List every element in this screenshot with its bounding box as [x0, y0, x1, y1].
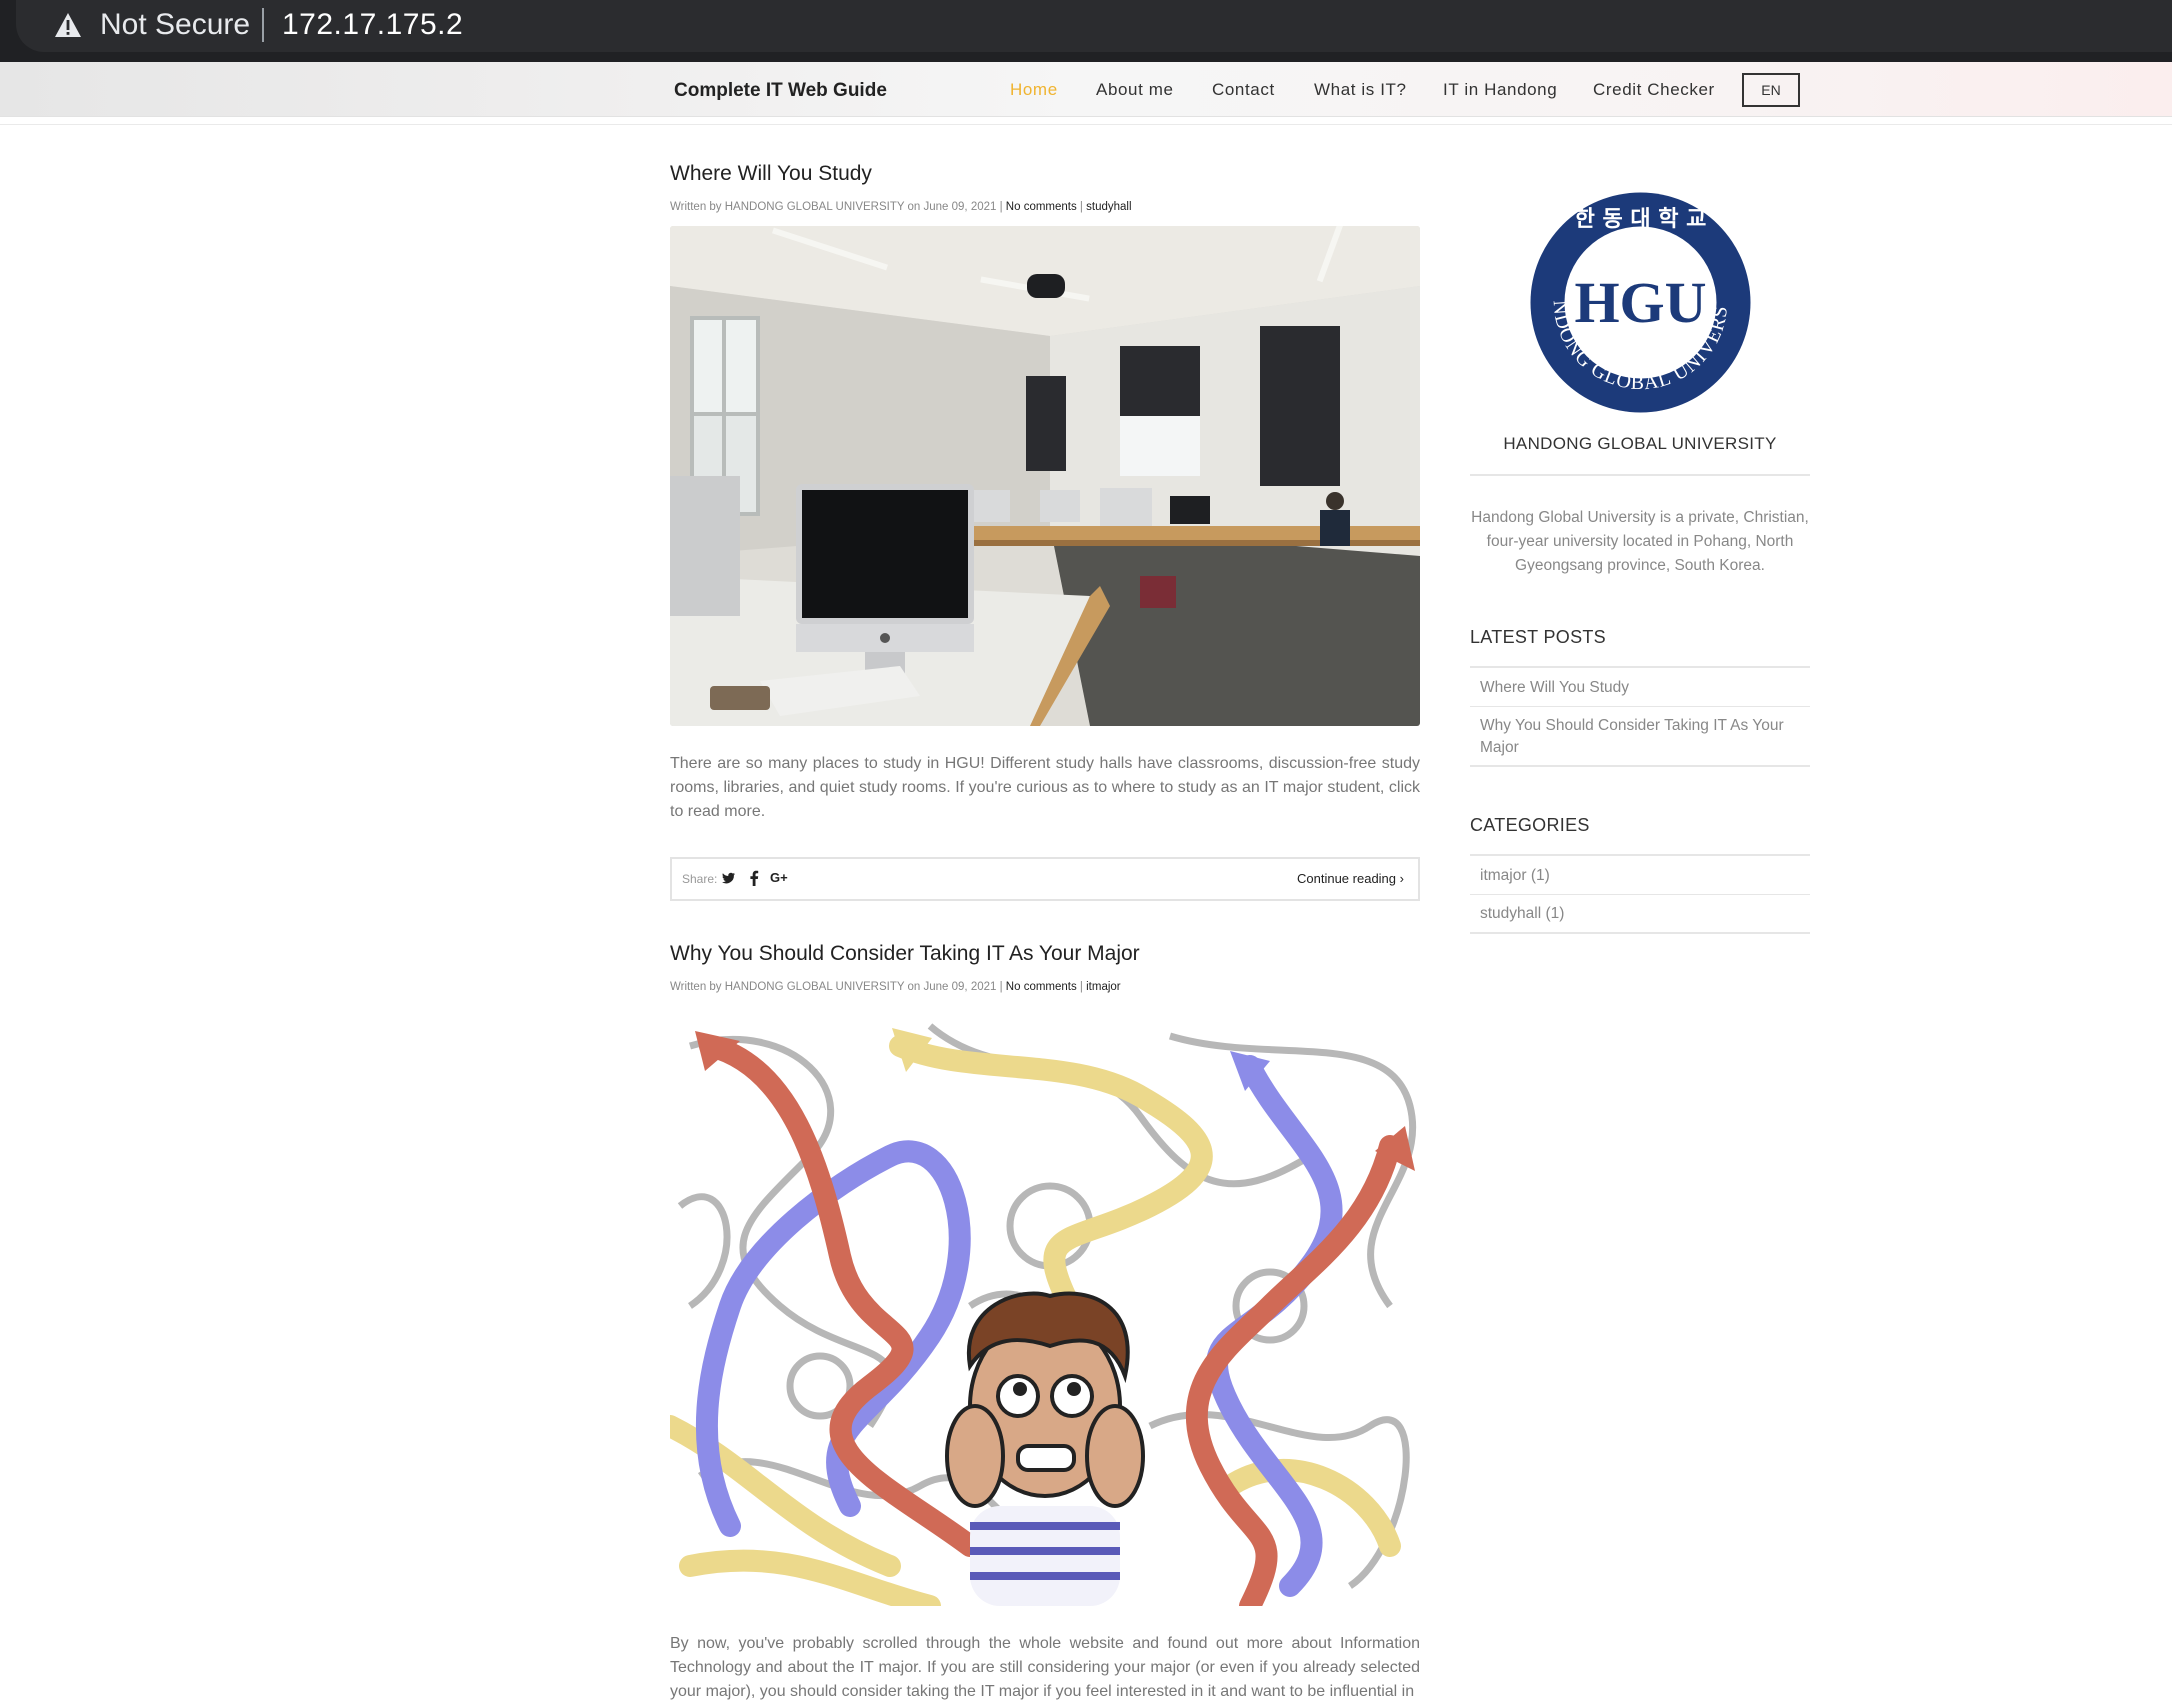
latest-post-item[interactable]: Where Will You Study	[1480, 677, 1810, 699]
sidebar-university-name: HANDONG GLOBAL UNIVERSITY	[1503, 434, 1777, 453]
share-bar: Share: G+ Continue reading ›	[670, 857, 1420, 901]
post-comments-link[interactable]: No comments	[1006, 201, 1077, 213]
nav-credit-checker[interactable]: Credit Checker	[1593, 80, 1715, 100]
post-category-link[interactable]: studyhall	[1086, 201, 1131, 213]
post-image-study-room[interactable]	[670, 226, 1420, 726]
address-pill[interactable]: Not Secure 172.17.175.2	[16, 0, 2172, 52]
site-brand[interactable]: Complete IT Web Guide	[674, 80, 887, 102]
sidebar-divider	[1470, 706, 1810, 707]
address-separator	[262, 8, 264, 42]
sidebar-description: Handong Global University is a private, …	[1471, 509, 1809, 574]
tangled-arrows-illustration	[670, 1006, 1420, 1606]
post-title[interactable]: Why You Should Consider Taking IT As You…	[670, 942, 1140, 966]
post-excerpt: By now, you've probably scrolled through…	[670, 1635, 1420, 1700]
post-comments-link[interactable]: No comments	[1006, 981, 1077, 993]
share-label: Share:	[682, 872, 718, 886]
continue-reading-label: Continue reading	[1297, 871, 1397, 886]
nav-home[interactable]: Home	[1010, 80, 1058, 100]
post-meta: Written by HANDONG GLOBAL UNIVERSITY on …	[670, 201, 1132, 213]
hgu-logo: HANDONG GLOBAL UNIVERSITY 한 동 대 학 교 HGU	[1528, 190, 1751, 413]
url-text[interactable]: 172.17.175.2	[282, 8, 463, 42]
post-meta-prefix: Written by HANDONG GLOBAL UNIVERSITY on …	[670, 981, 1003, 993]
logo-text: HGU	[1574, 270, 1706, 335]
facebook-icon[interactable]	[749, 870, 759, 886]
site-navbar: Complete IT Web Guide Home About me Cont…	[0, 62, 2172, 117]
post-category-link[interactable]: itmajor	[1086, 981, 1121, 993]
sidebar-divider	[1470, 474, 1810, 476]
nav-divider	[0, 124, 2172, 125]
google-plus-icon[interactable]: G+	[770, 870, 788, 885]
nav-it-in-handong[interactable]: IT in Handong	[1443, 80, 1557, 100]
logo-korean-text: 한 동 대 학 교	[1575, 207, 1707, 232]
sidebar-divider	[1470, 666, 1810, 668]
sidebar-divider	[1470, 854, 1810, 856]
study-room-illustration	[670, 226, 1420, 726]
nav-contact[interactable]: Contact	[1212, 80, 1275, 100]
chevron-right-icon: ›	[1399, 871, 1404, 886]
sidebar-divider	[1470, 932, 1810, 934]
sidebar-divider	[1470, 765, 1810, 767]
post-title[interactable]: Where Will You Study	[670, 162, 872, 186]
security-label[interactable]: Not Secure	[100, 8, 250, 42]
latest-posts-heading: LATEST POSTS	[1470, 627, 1606, 647]
post-meta: Written by HANDONG GLOBAL UNIVERSITY on …	[670, 981, 1121, 993]
continue-reading-link[interactable]: Continue reading ›	[1297, 871, 1404, 886]
post-excerpt: There are so many places to study in HGU…	[670, 755, 1420, 820]
categories-heading: CATEGORIES	[1470, 815, 1590, 835]
sidebar-divider	[1470, 894, 1810, 895]
nav-what-is-it[interactable]: What is IT?	[1314, 80, 1407, 100]
category-item[interactable]: itmajor (1)	[1480, 865, 1810, 887]
browser-address-bar: Not Secure 172.17.175.2	[0, 0, 2172, 63]
post-meta-prefix: Written by HANDONG GLOBAL UNIVERSITY on …	[670, 201, 1003, 213]
latest-post-item[interactable]: Why You Should Consider Taking IT As You…	[1480, 715, 1800, 759]
warning-icon[interactable]	[54, 12, 82, 38]
nav-about-me[interactable]: About me	[1096, 80, 1174, 100]
category-item[interactable]: studyhall (1)	[1480, 903, 1810, 925]
twitter-icon[interactable]	[722, 871, 736, 885]
language-selector[interactable]: EN	[1742, 73, 1800, 107]
post-image-confused-student[interactable]	[670, 1006, 1420, 1606]
